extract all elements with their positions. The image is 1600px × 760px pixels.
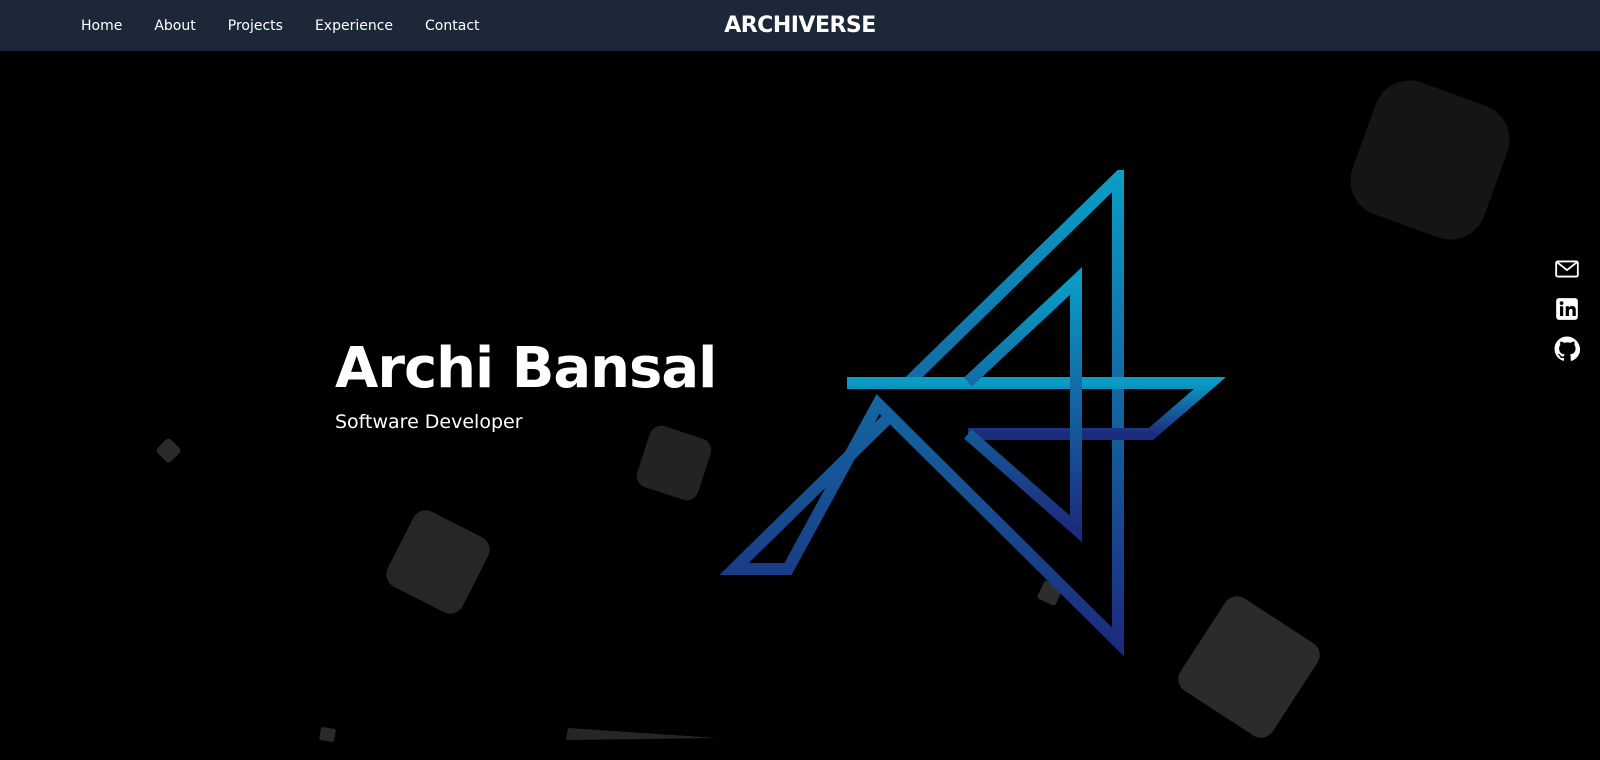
- decorative-sliver: [566, 728, 718, 740]
- mail-icon: [1555, 260, 1579, 278]
- nav-link-experience[interactable]: Experience: [315, 18, 393, 34]
- social-links: [1554, 256, 1584, 376]
- nav-links: Home About Projects Experience Contact: [81, 0, 512, 51]
- nav-link-about[interactable]: About: [154, 18, 195, 34]
- navbar: Home About Projects Experience Contact A…: [0, 0, 1600, 51]
- github-link[interactable]: [1554, 336, 1580, 362]
- brand-logo-text[interactable]: ARCHIVERSE: [700, 0, 900, 51]
- decorative-shape-left: [381, 505, 495, 619]
- mail-link[interactable]: [1554, 256, 1580, 282]
- decorative-shape-tiny: [155, 437, 182, 464]
- decorative-shape-large: [1340, 70, 1520, 250]
- linkedin-link[interactable]: [1554, 296, 1580, 322]
- nav-link-projects[interactable]: Projects: [228, 18, 283, 34]
- archiverse-logo-icon: [720, 170, 1227, 657]
- github-icon: [1554, 336, 1580, 361]
- decorative-shape-tiny: [318, 726, 337, 743]
- linkedin-icon: [1556, 298, 1578, 320]
- nav-link-home[interactable]: Home: [81, 18, 122, 34]
- decorative-shape-medium: [633, 422, 715, 504]
- hero-name: Archi Bansal: [335, 336, 717, 401]
- nav-link-contact[interactable]: Contact: [425, 18, 479, 34]
- hero-role: Software Developer: [335, 411, 523, 433]
